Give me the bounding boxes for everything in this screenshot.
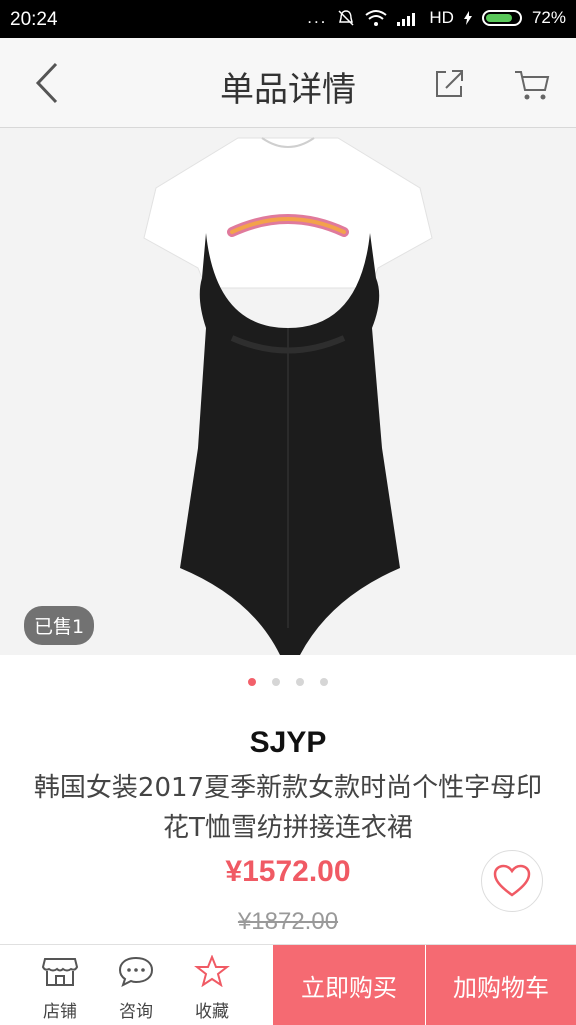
wifi-icon [365,10,388,26]
sold-count-badge: 已售1 [24,606,95,645]
signal-icon [397,13,416,26]
original-price: ¥1872.00 [237,908,339,935]
buy-now-button[interactable]: 立即购买 [273,945,425,1025]
consult-button[interactable]: 咨询 [98,945,174,1025]
chat-icon [118,956,154,987]
product-image [0,128,576,655]
store-icon [41,958,79,986]
notification-dots: ... [307,8,328,27]
cart-icon[interactable] [512,64,552,104]
consult-label: 咨询 [119,1002,153,1022]
bottom-action-bar: 店铺 咨询 收藏 立即购买 加购物车 [0,944,576,1025]
battery-icon [481,10,522,26]
carousel-dot[interactable] [248,678,256,686]
product-title: 韩国女装2017夏季新款女款时尚个性字母印花T恤雪纺拼接连衣裙 [33,773,543,843]
favorite-label: 收藏 [195,1002,229,1022]
carousel-dot[interactable] [296,678,304,686]
store-label: 店铺 [43,1002,77,1022]
share-icon[interactable] [432,66,466,100]
charging-icon [463,11,472,25]
battery-percent: 72% [531,8,566,27]
page-title: 单品详情 [220,70,356,110]
status-time: 20:24 [10,9,58,30]
network-type: HD [429,8,454,27]
status-bar: 20:24 ... HD 72% [0,0,576,38]
star-icon [194,955,230,987]
nav-bar: 单品详情 [0,38,576,128]
product-brand: SJYP [249,726,327,759]
favorite-button[interactable] [481,850,543,912]
heart-icon [493,864,531,897]
product-image-gallery[interactable]: 已售1 [0,128,576,655]
favorite-tab-button[interactable]: 收藏 [174,945,250,1025]
carousel-dot[interactable] [272,678,280,686]
carousel-dot[interactable] [320,678,328,686]
carousel-indicator [0,678,576,686]
status-icons: ... HD 72% [307,8,566,28]
add-to-cart-button[interactable]: 加购物车 [426,945,576,1025]
store-button[interactable]: 店铺 [22,945,98,1025]
mute-icon [338,10,354,26]
